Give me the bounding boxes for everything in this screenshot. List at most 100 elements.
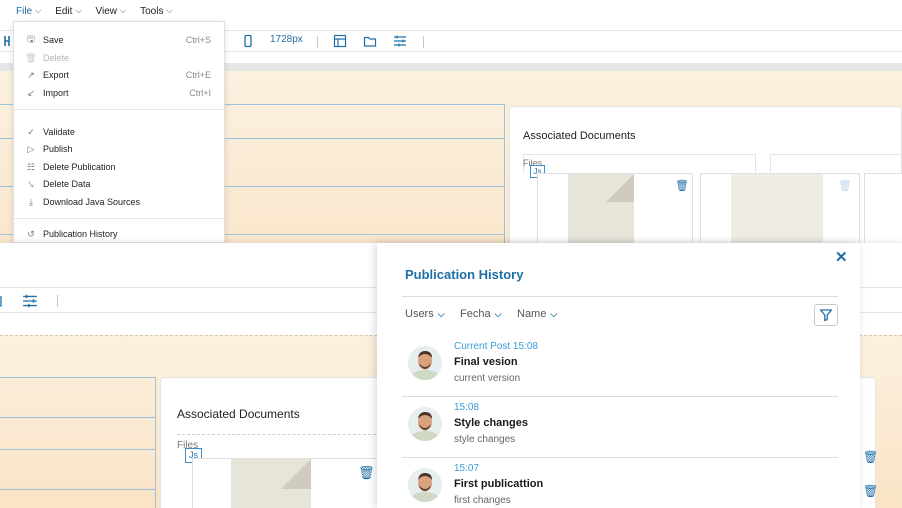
avatar [408,468,442,502]
file-tile[interactable]: 🗑︎ [192,458,392,508]
chevron-down-icon: ⌵ [494,308,502,319]
layout-grid [0,377,156,508]
files-column-header [770,154,902,172]
close-icon[interactable]: ✕ [835,248,848,266]
menu-item-save[interactable]: 🖫︎ Save Ctrl+S [14,32,224,48]
menu-item-import[interactable]: ↙ Import Ctrl+I [14,85,224,101]
menu-item-label: Download Java Sources [43,197,141,207]
avatar [408,346,442,380]
history-entry[interactable]: 15:08 Style changes style changes [402,398,838,458]
entry-name: Final vesion [454,356,518,368]
menu-divider [14,109,224,110]
menu-item-label: Delete [43,53,70,63]
sliders-icon[interactable] [393,34,407,48]
menu-tools-label: Tools [140,5,164,17]
chevron-down-icon: ⌵ [437,308,445,319]
documents-title: Associated Documents [177,407,300,421]
file-fold [606,174,634,202]
grid-line [0,417,156,418]
chevron-down-icon: ⌵ [166,6,173,15]
entry-description: first changes [454,495,511,506]
toolbar-divider [423,36,424,48]
template-icon[interactable] [333,34,347,48]
files-column-header [177,434,391,452]
broom-icon: ⤥ [28,178,34,189]
folder-icon[interactable] [0,294,6,308]
filter-fecha-dropdown[interactable]: Fecha ⌵ [460,308,501,320]
trash-icon: 🗑︎ [25,52,37,63]
menu-item-shortcut: Ctrl+E [185,70,211,80]
filter-users-dropdown[interactable]: Users ⌵ [405,308,445,320]
menu-item-delete-publication[interactable]: ☷ Delete Publication [14,159,224,175]
entry-name: First publicattion [454,478,544,490]
filter-name-dropdown[interactable]: Name ⌵ [517,308,557,320]
filter-label: Fecha [460,308,491,320]
grid-line [504,104,505,244]
filter-icon [819,309,833,322]
menubar: File ⌵ Edit ⌵ View ⌵ Tools ⌵ [0,0,902,22]
grid-line [0,377,156,378]
menu-item-label: Validate [43,127,75,137]
play-icon: ▷ [27,143,35,154]
filter-label: Name [517,308,547,320]
folder-icon[interactable] [363,34,377,48]
trash-icon[interactable]: 🗑︎ [863,450,878,464]
grid-line [155,377,156,508]
menu-view-label: View [95,5,118,17]
import-icon: ↙ [27,87,35,98]
filter-label: Users [405,308,434,320]
avatar [408,407,442,441]
filter-button[interactable] [814,304,838,326]
menu-item-label: Publication History [43,229,118,239]
sliders-icon[interactable] [22,293,38,309]
trash-icon[interactable]: 🗑︎ [863,484,878,498]
menu-item-publication-history[interactable]: ↺ Publication History [14,226,224,242]
entry-time: 15:07 [454,463,480,474]
menu-item-publish[interactable]: ▷ Publish [14,141,224,157]
canvas-width-value[interactable]: 1728px [270,34,303,45]
entry-name: Style changes [454,417,528,429]
menu-divider [14,218,224,219]
files-column-header [523,154,756,172]
entry-divider [402,457,838,458]
entry-divider [402,396,838,397]
menu-item-label: Import [43,88,69,98]
menu-tools[interactable]: Tools ⌵ [140,6,172,17]
menu-edit[interactable]: Edit ⌵ [55,6,81,17]
menu-item-delete-data[interactable]: ⤥ Delete Data [14,176,224,192]
save-icon: 🖫︎ [27,34,35,44]
menu-file[interactable]: File ⌵ [16,6,41,17]
entry-description: current version [454,373,521,384]
panel-title: Publication History [405,267,524,282]
trash-icon[interactable]: 🗑︎ [838,179,852,192]
history-entry[interactable]: Current Post 15:08 Final vesion current … [402,337,838,397]
menu-item-validate[interactable]: ✓ Validate [14,124,224,140]
chevron-down-icon: ⌵ [120,6,127,15]
document-delete-icon: ☷ [26,161,36,172]
menu-item-download-java-sources[interactable]: ⤓ Download Java Sources [14,194,224,210]
file-fold [281,459,311,489]
trash-icon[interactable]: 🗑︎ [358,465,375,481]
chevron-down-icon: ⌵ [550,308,558,319]
mobile-device-icon[interactable] [241,34,255,48]
user-photo [408,407,442,441]
documents-title: Associated Documents [523,130,636,142]
download-icon: ⤓ [29,196,33,207]
menu-view[interactable]: View ⌵ [96,6,127,17]
user-photo [408,468,442,502]
menu-edit-label: Edit [55,5,73,17]
trash-icon[interactable]: 🗑︎ [675,179,689,192]
menu-item-label: Delete Data [43,179,91,189]
publication-history-panel: Publication History ✕ Users ⌵ Fecha ⌵ Name… [377,243,860,508]
menu-item-export[interactable]: ↗ Export Ctrl+E [14,67,224,83]
menu-item-label: Delete Publication [43,162,116,172]
user-photo [408,346,442,380]
grid-line [0,449,156,450]
history-entry[interactable]: 15:07 First publicattion first changes [402,459,838,508]
entry-description: style changes [454,434,516,445]
chevron-down-icon: ⌵ [35,6,42,15]
menu-item-delete[interactable]: 🗑︎ Delete [14,50,224,66]
toolbar-divider [317,36,318,48]
file-menu-dropdown: 🖫︎ Save Ctrl+S 🗑︎ Delete ↗ Export Ctrl+E ↙ Imp… [13,21,225,243]
panel-divider [402,296,838,297]
